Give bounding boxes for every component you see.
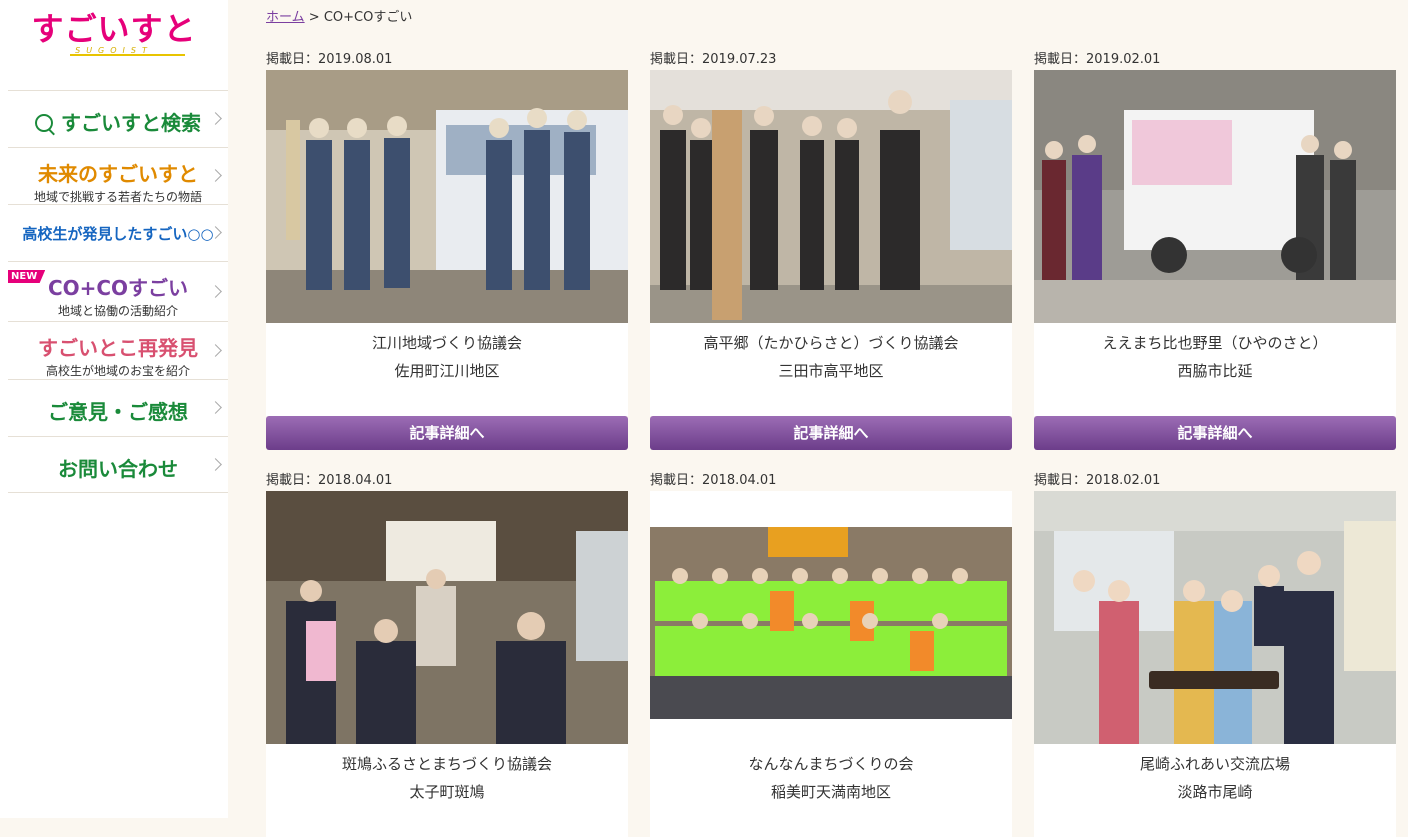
article-detail-button[interactable]: 記事詳細へ — [650, 416, 1012, 450]
card-date: 掲載日：2019.08.01 — [266, 52, 393, 67]
card-location: 佐用町江川地区 — [394, 362, 500, 380]
breadcrumb: ホーム > CO+COすごい — [266, 6, 412, 25]
card-date: 掲載日：2018.04.01 — [650, 473, 777, 488]
nav-future-label: 未来のすごいすと — [38, 162, 198, 186]
article-card: 掲載日：2018.04.01 斑鳩ふるさとまちづくり協議会 太子町斑鳩 — [266, 471, 628, 837]
article-detail-button[interactable]: 記事詳細へ — [1034, 416, 1396, 450]
card-photo[interactable] — [1034, 491, 1396, 744]
nav-item-search[interactable]: すごいすと検索 — [8, 90, 228, 147]
site-logo[interactable]: すごいすと SUGOIST — [0, 10, 228, 70]
nav-rediscover-label: すごいとこ再発見 — [38, 336, 198, 360]
nav-future-sub: 地域で挑戦する若者たちの物語 — [33, 190, 202, 204]
logo-underline — [70, 54, 185, 56]
card-body: 尾崎ふれあい交流広場 淡路市尾崎 — [1034, 744, 1396, 837]
nav-coco-sub: 地域と協働の活動紹介 — [57, 304, 178, 318]
nav-search-label: すごいすと検索 — [61, 111, 201, 135]
card-title: 高平郷（たかひらさと）づくり協議会 — [703, 334, 959, 352]
card-title: 江川地域づくり協議会 — [371, 334, 522, 352]
card-body: 斑鳩ふるさとまちづくり協議会 太子町斑鳩 — [266, 744, 628, 837]
nav-highschool-label: 高校生が発見したすごい○○ — [22, 225, 214, 243]
card-body: なんなんまちづくりの会 稲美町天満南地区 — [650, 744, 1012, 837]
nav-item-coco[interactable]: NEW CO+COすごい 地域と協働の活動紹介 — [8, 261, 228, 321]
card-body: 江川地域づくり協議会 佐用町江川地区 — [266, 323, 628, 416]
search-icon — [35, 114, 53, 132]
card-location: 稲美町天満南地区 — [770, 783, 891, 801]
card-title: ええまち比也野里（ひやのさと） — [1102, 334, 1328, 352]
card-date: 掲載日：2018.04.01 — [266, 473, 393, 488]
logo-text: すごいすと — [31, 10, 197, 48]
card-photo[interactable] — [266, 491, 628, 744]
sidebar-nav: すごいすと検索 未来のすごいすと 地域で挑戦する若者たちの物語 高校生が発見した… — [8, 90, 228, 493]
card-location: 太子町斑鳩 — [409, 783, 485, 801]
article-card: 掲載日：2019.08.01 江川地域づくり協議会 佐用町江川地区 記事詳細へ — [266, 50, 628, 450]
breadcrumb-home-link[interactable]: ホーム — [266, 10, 305, 25]
card-location: 淡路市尾崎 — [1177, 783, 1253, 801]
card-photo[interactable] — [266, 70, 628, 323]
card-body: ええまち比也野里（ひやのさと） 西脇市比延 — [1034, 323, 1396, 416]
nav-item-highschool[interactable]: 高校生が発見したすごい○○ — [8, 204, 228, 261]
nav-rediscover-sub: 高校生が地域のお宝を紹介 — [45, 364, 190, 378]
nav-item-rediscover[interactable]: すごいとこ再発見 高校生が地域のお宝を紹介 — [8, 321, 228, 379]
card-photo[interactable] — [650, 491, 1012, 744]
card-date: 掲載日：2019.07.23 — [650, 52, 777, 67]
card-photo[interactable] — [650, 70, 1012, 323]
card-photo[interactable] — [1034, 70, 1396, 323]
nav-item-opinion[interactable]: ご意見・ご感想 — [8, 379, 228, 436]
sidebar: すごいすと SUGOIST すごいすと検索 未来のすごいすと 地域で挑戦する若者… — [0, 0, 228, 818]
nav-item-future[interactable]: 未来のすごいすと 地域で挑戦する若者たちの物語 — [8, 147, 228, 204]
nav-opinion-label: ご意見・ご感想 — [48, 400, 188, 424]
article-detail-button[interactable]: 記事詳細へ — [266, 416, 628, 450]
new-badge: NEW — [8, 270, 46, 283]
main-content: ホーム > CO+COすごい 掲載日：2019.08.01 江川地域づくり協議会… — [228, 0, 1408, 837]
card-location: 三田市高平地区 — [778, 362, 884, 380]
article-card: 掲載日：2019.02.01 ええまち比也野里（ひやのさと） 西脇市比延 記事詳… — [1034, 50, 1396, 450]
breadcrumb-current: CO+COすごい — [323, 10, 413, 25]
article-card: 掲載日：2018.02.01 尾崎ふれあい交流広場 淡路市尾崎 — [1034, 471, 1396, 837]
article-card: 掲載日：2019.07.23 高平郷（たかひらさと）づくり協議会 三田市高平地区… — [650, 50, 1012, 450]
nav-contact-label: お問い合わせ — [58, 457, 178, 481]
card-location: 西脇市比延 — [1177, 362, 1253, 380]
card-title: 尾崎ふれあい交流広場 — [1139, 755, 1290, 773]
nav-item-contact[interactable]: お問い合わせ — [8, 436, 228, 493]
card-title: なんなんまちづくりの会 — [748, 755, 914, 773]
article-card: 掲載日：2018.04.01 なんなんまちづくりの会 稲美町天満南地区 — [650, 471, 1012, 837]
breadcrumb-separator: > — [308, 10, 320, 25]
card-date: 掲載日：2019.02.01 — [1034, 52, 1161, 67]
card-date: 掲載日：2018.02.01 — [1034, 473, 1161, 488]
card-body: 高平郷（たかひらさと）づくり協議会 三田市高平地区 — [650, 323, 1012, 416]
card-title: 斑鳩ふるさとまちづくり協議会 — [341, 755, 552, 773]
